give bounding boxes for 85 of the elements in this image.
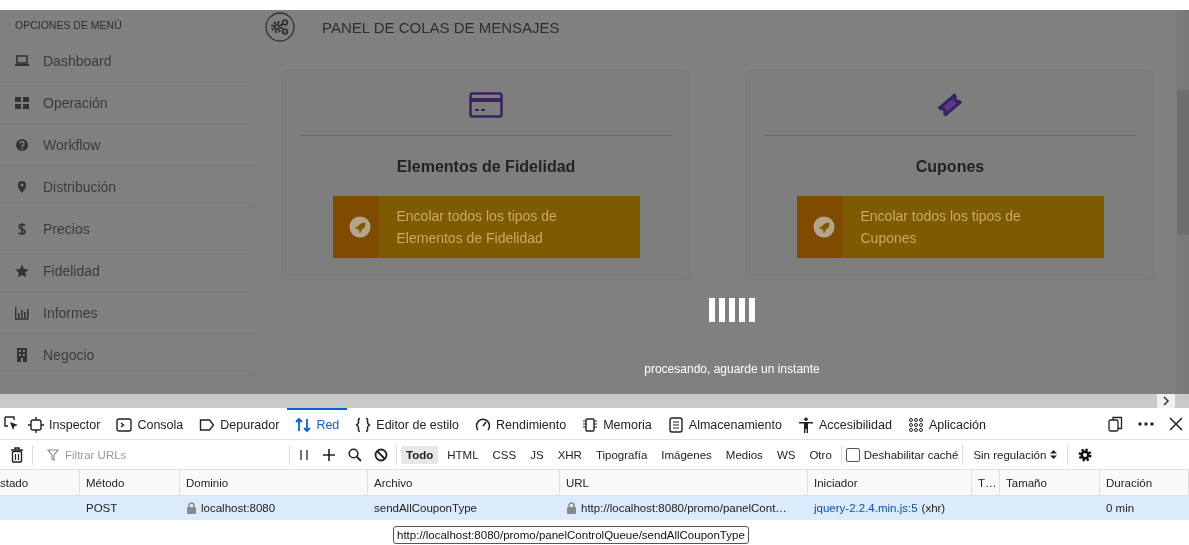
column-header[interactable]: stado: [0, 470, 80, 495]
devtools-tab[interactable]: Consola: [108, 408, 192, 439]
dock-icon[interactable]: [1107, 415, 1123, 432]
card-title: Elementos de Fidelidad: [396, 158, 576, 176]
star-icon: [15, 263, 29, 278]
grid-dots-icon: [907, 416, 924, 433]
devtools-tab[interactable]: Inspector: [20, 408, 109, 439]
type-filter-button[interactable]: JS: [525, 445, 549, 464]
plus-icon[interactable]: [322, 447, 336, 462]
debugger-icon: [199, 416, 216, 433]
column-header[interactable]: Tamaño: [1000, 470, 1100, 495]
gauge-icon: [475, 416, 491, 433]
up-down-caret-icon: [1050, 449, 1058, 460]
devtools-tab[interactable]: Aplicación: [899, 408, 994, 439]
devtools-tab[interactable]: Accesibilidad: [789, 408, 900, 439]
table-cell: sendAllCouponType: [374, 502, 477, 514]
type-filter-button[interactable]: Todo: [401, 445, 439, 464]
scroll-right-icon[interactable]: [1157, 394, 1175, 408]
search-icon[interactable]: [348, 447, 362, 462]
lock-icon: [566, 502, 577, 514]
table-cell: 0 min: [1106, 502, 1135, 514]
checkbox-label: Deshabilitar caché: [863, 448, 959, 461]
table-cell: (xhr): [921, 502, 946, 514]
ticket-icon: [935, 90, 965, 120]
credit-card-icon: [469, 92, 503, 118]
table-cell: http://localhost:8080/promo/panelCont…: [581, 502, 787, 514]
devtools-tab[interactable]: Memoria: [574, 408, 660, 439]
loading-message: procesando, aguarde un instante: [644, 362, 820, 376]
loading-bars-icon: [709, 298, 755, 322]
type-filter-button[interactable]: Otro: [804, 445, 837, 464]
rocket-icon: [348, 216, 371, 238]
type-filter-button[interactable]: Medios: [720, 445, 768, 464]
table-cell: localhost:8080: [201, 502, 276, 514]
trash-icon[interactable]: [10, 446, 24, 463]
console-icon: [116, 416, 133, 433]
devtools-tab[interactable]: Depurador: [191, 408, 288, 439]
column-header[interactable]: Dominio: [180, 470, 368, 495]
chip-icon: [582, 416, 599, 433]
devtools-tab[interactable]: Almacenamiento: [659, 408, 790, 439]
card-title: Cupones: [915, 158, 985, 176]
pause-icon[interactable]: [298, 447, 310, 462]
sidebar-heading: OPCIONES DE MENÚ: [14, 18, 123, 33]
table-cell: POST: [86, 502, 118, 514]
devtools-tab[interactable]: Red: [287, 408, 348, 439]
tooltip: http://localhost:8080/promo/panelControlQueue/sendAllCouponType: [393, 526, 749, 544]
bar-chart-icon: [15, 305, 29, 320]
checkbox[interactable]: [845, 447, 860, 462]
lock-icon: [186, 502, 197, 514]
building-icon: [15, 347, 29, 362]
laptop-icon: [15, 53, 29, 68]
element-picker-icon[interactable]: [4, 415, 20, 432]
grid-icon: [15, 95, 29, 110]
initiator-link[interactable]: jquery-2.2.4.min.js:5: [814, 502, 918, 514]
column-header[interactable]: Método: [80, 470, 180, 495]
column-header[interactable]: Archivo: [368, 470, 560, 495]
devtools-tab[interactable]: Editor de estilo: [347, 408, 467, 439]
close-icon[interactable]: [1169, 416, 1183, 431]
page-title: PANEL DE COLAS DE MENSAJES: [322, 18, 560, 36]
block-icon[interactable]: [374, 447, 388, 462]
map-pin-icon: [15, 179, 29, 194]
devtools-tab[interactable]: Rendimiento: [467, 408, 575, 439]
document-icon: [667, 416, 684, 433]
person-icon: [797, 416, 814, 433]
arrows-up-down-icon: [295, 416, 312, 433]
column-header[interactable]: URL: [560, 470, 808, 495]
dollar-icon: [15, 221, 29, 236]
inspector-icon: [28, 416, 44, 433]
scrollbar[interactable]: [1177, 10, 1189, 394]
question-icon: [15, 137, 29, 152]
column-header[interactable]: T…: [972, 470, 1000, 495]
rocket-icon: [812, 216, 835, 238]
column-header[interactable]: Duración: [1100, 470, 1189, 495]
type-filter-button[interactable]: HTML: [442, 445, 484, 464]
column-header[interactable]: Iniciador: [808, 470, 972, 495]
type-filter-button[interactable]: WS: [771, 445, 801, 464]
filter-field[interactable]: Filtrar URLs: [63, 447, 267, 462]
scrollbar[interactable]: [0, 394, 1189, 408]
braces-icon: [355, 416, 372, 433]
type-filter-button[interactable]: XHR: [552, 445, 587, 464]
filter-icon: [47, 448, 59, 461]
request-row[interactable]: POST localhost:8080 sendAllCouponType http://localhost:8080/promo/panelCont… jquery-2.2.4.min.js:5 (xhr) 0 min: [0, 496, 1189, 520]
type-filter-button[interactable]: Imágenes: [656, 445, 717, 464]
throttling-dropdown[interactable]: Sin regulación: [967, 448, 1064, 461]
type-filter-button[interactable]: CSS: [487, 445, 522, 464]
type-filter-button[interactable]: Tipografía: [590, 445, 653, 464]
